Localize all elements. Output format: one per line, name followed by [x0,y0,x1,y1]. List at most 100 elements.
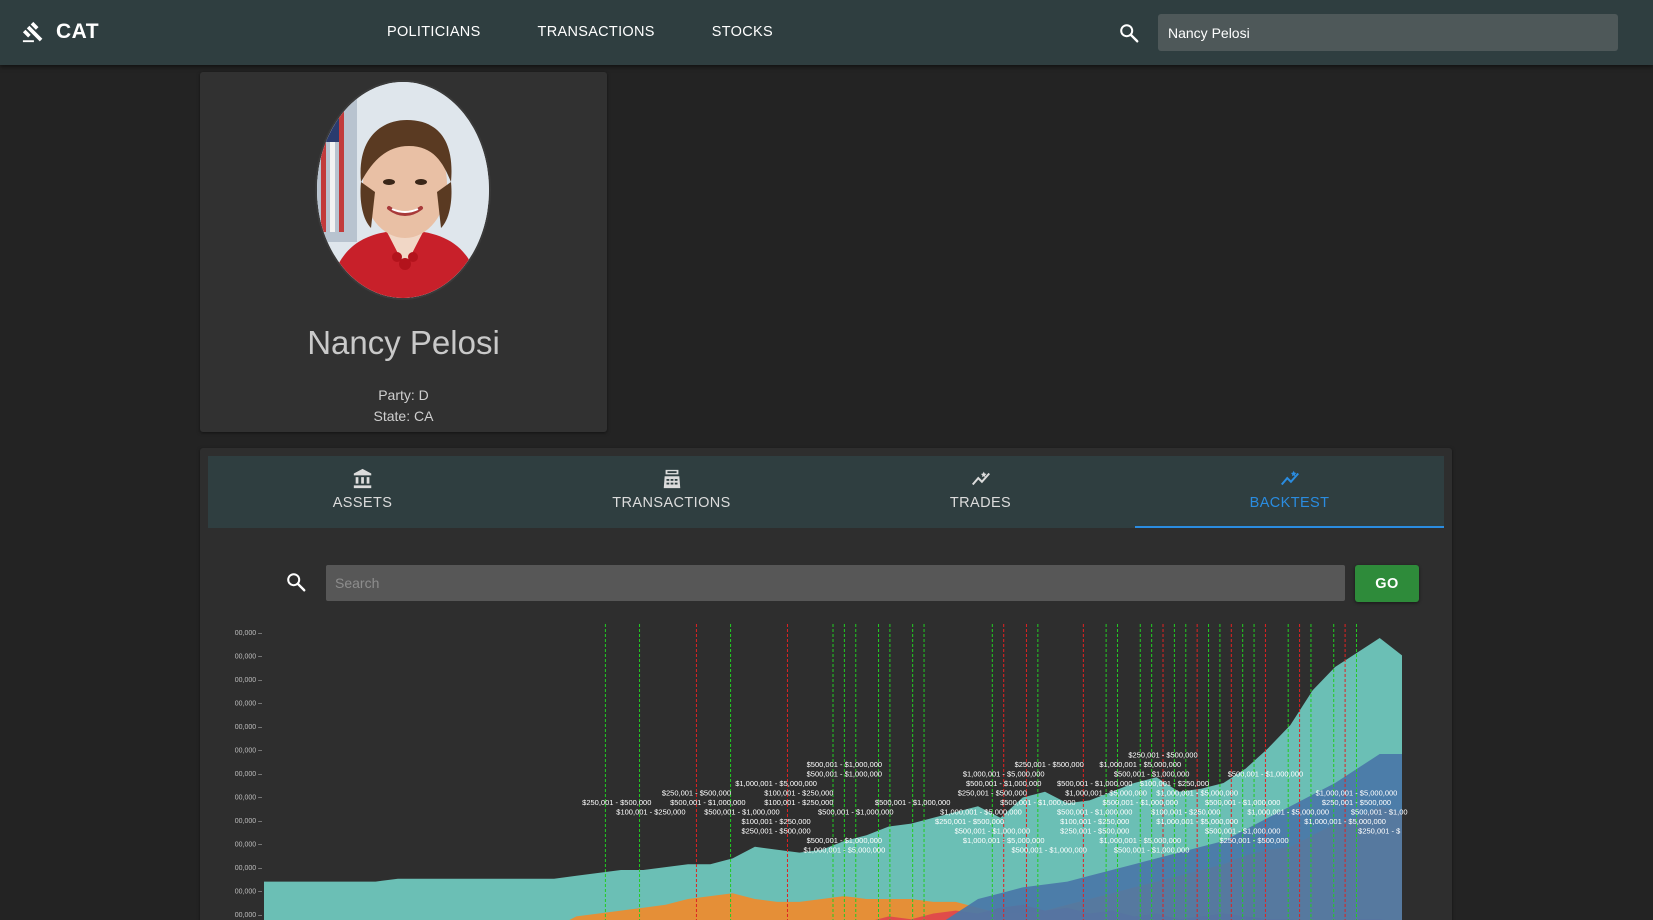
y-tick-label: 00,000 – [235,771,262,778]
politician-meta: Party: D State: CA [200,385,607,427]
tab-assets[interactable]: ASSETS [208,456,517,528]
trade-amount-label: $100,001 - $250,000 [1151,808,1220,817]
tab-bar: ASSETS TRANSACTIONS TRADES BACKTEST [208,456,1444,528]
trade-amount-label: $500,001 - $1,000,000 [818,808,893,817]
trade-amount-label: $250,001 - $500,000 [741,827,810,836]
trade-amount-label: $250,001 - $ [1358,827,1401,836]
chart-line-icon [1280,470,1299,486]
trade-amount-label: $250,001 - $500,000 [1060,827,1129,836]
trade-amount-label: $1,000,001 - $5,000,000 [1099,836,1181,845]
brand[interactable]: CAT [22,20,99,44]
trade-amount-label: $500,001 - $1,000,000 [1205,798,1280,807]
trade-amount-label: $250,001 - $500,000 [582,798,651,807]
brand-name: CAT [56,20,100,43]
bank-icon [353,468,371,489]
tabs-panel: ASSETS TRANSACTIONS TRADES BACKTEST Sear… [200,448,1452,920]
trade-amount-label: $1,000,001 - $5,000,000 [1065,789,1147,798]
cash-register-icon [663,469,680,489]
tab-trades[interactable]: TRADES [826,456,1135,528]
trade-amount-label: $100,001 - $250,000 [616,808,685,817]
y-tick-label: 00,000 – [235,795,262,802]
trade-amount-label: $1,000,001 - $5,000,000 [1156,817,1238,826]
trade-amount-label: $250,001 - $500,000 [1322,798,1391,807]
trade-amount-label: $250,001 - $500,000 [1219,836,1288,845]
trade-amount-label: $100,001 - $250,000 [1140,779,1209,788]
trade-amount-label: $250,001 - $500,000 [1015,760,1084,769]
backtest-chart-svg: 00,000 – 00,000 – 00,000 – 00,000 – 00,000 –… [235,624,1408,920]
tab-backtest[interactable]: BACKTEST [1135,456,1444,528]
trade-amount-label: $1,000,001 - $5,000,000 [963,770,1045,779]
trade-amount-label: $500,001 - $1,000,000 [807,770,882,779]
tab-assets-label: ASSETS [332,495,393,511]
trade-amount-label: $100,001 - $250,000 [741,817,810,826]
tab-transactions-label: TRANSACTIONS [612,495,731,511]
trade-amount-label: $100,001 - $250,000 [764,798,833,807]
trade-amount-label: $500,001 - $1,000,000 [966,779,1041,788]
y-tick-label: 00,000 – [235,912,262,919]
trade-amount-label: $250,001 - $500,000 [935,817,1004,826]
nav-link-politicians[interactable]: POLITICIANS [387,24,481,40]
nav-link-transactions[interactable]: TRANSACTIONS [538,24,655,40]
trade-amount-label: $500,001 - $1,000,000 [1205,827,1280,836]
trade-amount-label: $500,001 - $1,000,000 [1103,798,1178,807]
nav-link-stocks[interactable]: STOCKS [712,24,773,40]
trade-amount-label: $250,001 - $500,000 [958,789,1027,798]
trade-amount-label: $500,001 - $1,000,000 [1000,798,1075,807]
trade-amount-label: $500,001 - $1,000,000 [1114,846,1189,855]
search-icon[interactable] [1118,22,1140,44]
y-tick-label: 00,000 – [235,630,262,637]
trade-amount-label: $100,001 - $250,000 [1060,817,1129,826]
trade-amount-label: $500,001 - $1,000,000 [875,798,950,807]
trade-amount-label: $1,000,001 - $5,000,000 [804,846,886,855]
trade-amount-label: $1,000,001 - $5,000,000 [1247,808,1329,817]
go-button[interactable]: GO [1355,565,1419,602]
y-tick-label: 00,000 – [235,677,262,684]
trade-amount-label: $100,001 - $250,000 [764,789,833,798]
trade-amount-label: $1,000,001 - $5,000,000 [963,836,1045,845]
trade-amount-label: $250,001 - $500,000 [662,789,731,798]
trade-amount-label: $500,001 - $1,00 [1351,808,1408,817]
portrait-image [317,82,489,298]
y-tick-label: 00,000 – [235,818,262,825]
trending-icon [971,471,990,486]
profile-card: Nancy Pelosi Party: D State: CA [200,72,607,432]
trade-amount-label: $1,000,001 - $5,000,000 [1099,760,1181,769]
tab-transactions[interactable]: TRANSACTIONS [517,456,826,528]
y-tick-label: 00,000 – [235,654,262,661]
trade-amount-label: $1,000,001 - $5,000,000 [1304,817,1386,826]
trade-amount-label: $500,001 - $1,000,000 [1057,779,1132,788]
y-tick-label: 00,000 – [235,889,262,896]
y-tick-label: 00,000 – [235,748,262,755]
trade-amount-label: $1,000,001 - $5,000,000 [1316,789,1398,798]
y-tick-label: 00,000 – [235,701,262,708]
y-tick-label: 00,000 – [235,724,262,731]
trade-amount-label: $500,001 - $1,000,000 [670,798,745,807]
tab-trades-label: TRADES [949,495,1012,511]
backtest-search-input[interactable] [326,565,1345,601]
trade-amount-label: $1,000,001 - $5,000,000 [1156,789,1238,798]
trade-amount-label: $1,000,001 - $5,000,000 [735,779,817,788]
nav-links: POLITICIANS TRANSACTIONS STOCKS [387,24,773,40]
trade-amount-label: $500,001 - $1,000,000 [1057,808,1132,817]
politician-name: Nancy Pelosi [307,324,500,361]
backtest-chart: 00,000 – 00,000 – 00,000 – 00,000 – 00,000 –… [222,624,1422,920]
avatar [315,80,491,300]
trade-amount-label: $500,001 - $1,000,000 [807,836,882,845]
y-tick-label: 00,000 – [235,842,262,849]
trade-amount-label: $500,001 - $1,000,000 [704,808,779,817]
tab-backtest-label: BACKTEST [1249,495,1330,511]
politician-search-input[interactable] [1158,14,1618,51]
trade-amount-label: $500,001 - $1,000,000 [955,827,1030,836]
top-navbar: CAT POLITICIANS TRANSACTIONS STOCKS [0,0,1653,65]
trade-amount-label: $500,001 - $1,000,000 [1228,770,1303,779]
y-tick-label: 00,000 – [235,865,262,872]
trade-amount-label: $1,000,001 - $5,000,000 [940,808,1022,817]
search-icon[interactable] [285,571,307,593]
trade-amount-label: $500,001 - $1,000,000 [807,760,882,769]
trade-amount-label: $500,001 - $1,000,000 [1011,846,1086,855]
trade-amount-label: $500,001 - $1,000,000 [1114,770,1189,779]
state-label: State: CA [373,408,434,424]
party-label: Party: D [378,387,429,403]
gavel-icon [22,21,43,43]
trade-amount-label: $250,001 - $500,000 [1128,751,1197,760]
